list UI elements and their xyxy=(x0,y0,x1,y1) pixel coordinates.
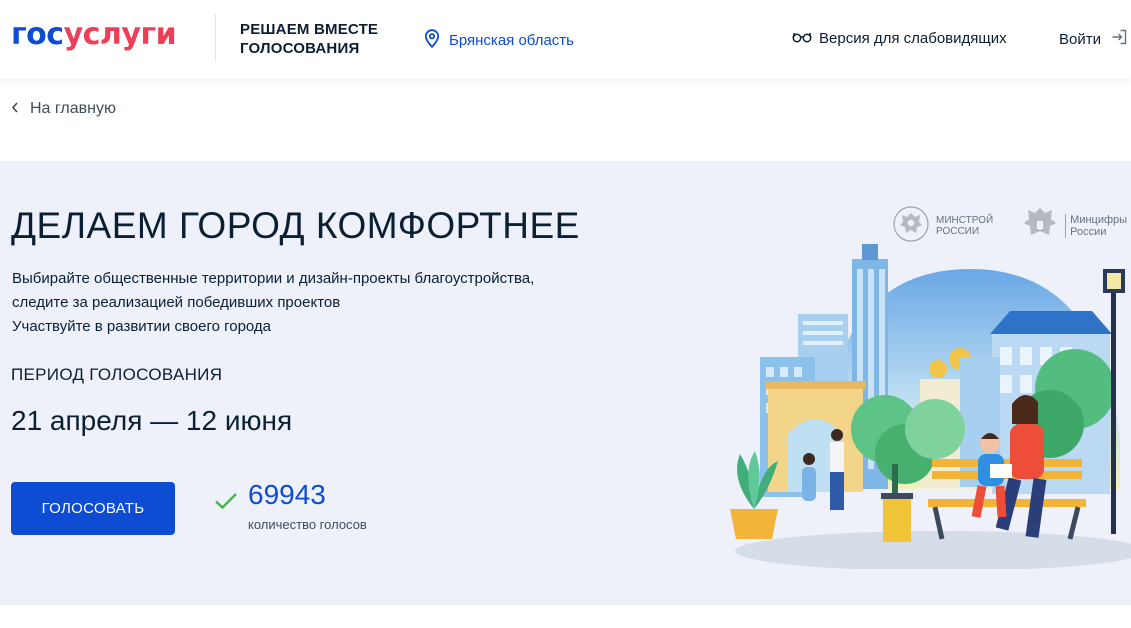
project-name[interactable]: РЕШАЕМ ВМЕСТЕ ГОЛОСОВАНИЯ xyxy=(240,20,378,58)
region-selector[interactable]: Брянская область xyxy=(424,29,574,52)
accessibility-version-link[interactable]: Версия для слабовидящих xyxy=(792,30,1007,47)
hero-title: ДЕЛАЕМ ГОРОД КОМФОРТНЕЕ xyxy=(11,205,580,246)
gosuslugi-logo[interactable]: госуслуги xyxy=(11,18,177,52)
vote-button[interactable]: ГОЛОСОВАТЬ xyxy=(11,482,175,535)
voting-period-dates: 21 апреля — 12 июня xyxy=(11,405,293,436)
login-label: Войти xyxy=(1059,30,1101,48)
location-pin-icon xyxy=(424,29,440,52)
checkmark-icon xyxy=(214,492,238,515)
login-button[interactable]: Войти xyxy=(1059,29,1127,49)
voting-period-label: ПЕРИОД ГОЛОСОВАНИЯ xyxy=(11,365,223,384)
votes-count: 69943 xyxy=(248,479,326,510)
header: госуслуги РЕШАЕМ ВМЕСТЕ ГОЛОСОВАНИЯ Брян… xyxy=(0,0,1131,79)
login-arrow-icon xyxy=(1111,29,1127,49)
hero-section: ДЕЛАЕМ ГОРОД КОМФОРТНЕЕ Выбирайте общест… xyxy=(0,161,1131,605)
hero-description: Выбирайте общественные территории и диза… xyxy=(12,270,535,335)
header-divider xyxy=(215,14,216,62)
back-label: На главную xyxy=(30,100,116,117)
chevron-left-icon xyxy=(11,100,19,118)
city-illustration xyxy=(720,239,1131,574)
back-to-home-link[interactable]: На главную xyxy=(11,100,116,118)
votes-count-label: количество голосов xyxy=(248,517,367,532)
accessibility-label: Версия для слабовидящих xyxy=(819,30,1007,47)
glasses-icon xyxy=(792,30,812,47)
region-label: Брянская область xyxy=(449,32,574,49)
